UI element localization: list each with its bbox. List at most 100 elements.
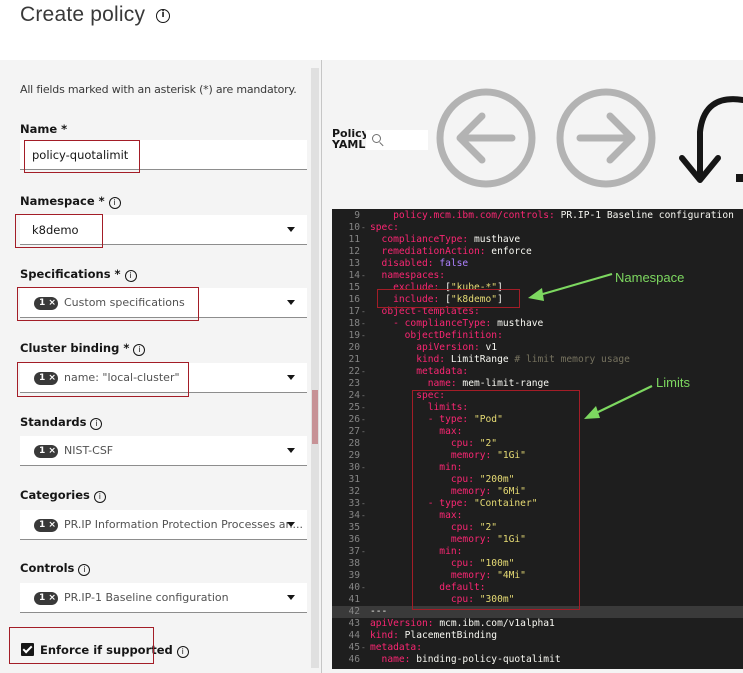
code-line[interactable]: 17- object-templates: (332, 306, 743, 318)
code-line[interactable]: 10- spec: (332, 222, 743, 234)
selection-count-tag[interactable]: 1 × (34, 297, 58, 310)
chevron-down-icon[interactable] (287, 300, 295, 305)
fold-toggle-icon[interactable]: - (361, 390, 366, 402)
code-line[interactable]: 39 memory: "4Mi" (332, 570, 743, 582)
chevron-down-icon[interactable] (287, 522, 295, 527)
selection-count-tag[interactable]: 1 × (34, 445, 58, 458)
fold-toggle-icon[interactable]: - (361, 222, 366, 234)
code-line[interactable]: 25- limits: (332, 402, 743, 414)
code-line[interactable]: 38 cpu: "100m" (332, 558, 743, 570)
specifications-dropdown[interactable]: 1 × Custom specifications (20, 288, 307, 318)
fold-toggle-icon[interactable]: - (361, 426, 366, 438)
categories-dropdown[interactable]: 1 × PR.IP Information Protection Process… (20, 510, 307, 540)
namespace-value: k8demo (32, 223, 79, 237)
code-line[interactable]: 24- spec: (332, 390, 743, 402)
code-line[interactable]: 21 kind: LimitRange # limit memory usage (332, 354, 743, 366)
fold-toggle-icon[interactable]: - (361, 330, 366, 342)
fold-toggle-icon[interactable]: - (361, 510, 366, 522)
form-scrollbar[interactable] (311, 68, 319, 668)
line-number: 40 (348, 582, 360, 593)
selection-count-tag[interactable]: 1 × (34, 592, 58, 605)
code-line[interactable]: 30- min: (332, 462, 743, 474)
cluster-binding-dropdown[interactable]: 1 × name: "local-cluster" (20, 363, 307, 393)
code-line[interactable]: 36 memory: "1Gi" (332, 534, 743, 546)
line-number: 13 (348, 258, 360, 269)
page-title: Create policy (20, 3, 146, 26)
code-line[interactable]: 9 policy.mcm.ibm.com/controls: PR.IP-1 B… (332, 210, 743, 222)
info-icon[interactable]: i (124, 270, 137, 282)
code-line[interactable]: 18- - complianceType: musthave (332, 318, 743, 330)
fold-toggle-icon[interactable]: - (361, 498, 366, 510)
code-line[interactable]: 28 cpu: "2" (332, 438, 743, 450)
code-line[interactable]: 37- min: (332, 546, 743, 558)
fold-toggle-icon[interactable]: - (361, 270, 366, 282)
search-icon (372, 134, 381, 143)
code-text: metadata: (370, 642, 422, 653)
line-number: 34 (348, 510, 360, 521)
redo-arrow-icon[interactable] (554, 86, 659, 191)
info-icon[interactable]: i (93, 491, 106, 503)
code-line[interactable]: 11 complianceType: musthave (332, 234, 743, 246)
code-line[interactable]: 42 --- (332, 606, 743, 618)
info-icon[interactable]: i (156, 9, 170, 23)
code-line[interactable]: 33- - type: "Container" (332, 498, 743, 510)
code-text: memory: "1Gi" (370, 450, 526, 461)
chevron-down-icon[interactable] (287, 595, 295, 600)
code-line[interactable]: 41 cpu: "300m" (332, 594, 743, 606)
info-icon[interactable]: i (133, 344, 146, 356)
fold-toggle-icon[interactable]: - (361, 414, 366, 426)
line-number: 36 (348, 534, 360, 545)
standards-dropdown[interactable]: 1 × NIST-CSF (20, 436, 307, 466)
limits-annotation-arrow (584, 385, 653, 419)
fold-toggle-icon[interactable]: - (361, 318, 366, 330)
code-line[interactable]: 12 remediationAction: enforce (332, 246, 743, 258)
code-line[interactable]: 44 kind: PlacementBinding (332, 630, 743, 642)
fold-toggle-icon[interactable]: - (361, 462, 366, 474)
code-line[interactable]: 32 memory: "6Mi" (332, 486, 743, 498)
reset-arrow-icon[interactable] (672, 92, 743, 188)
yaml-search-input[interactable] (366, 130, 428, 150)
code-text: namespaces: (370, 270, 446, 281)
code-line[interactable]: 27- max: (332, 426, 743, 438)
code-line[interactable]: 45- metadata: (332, 642, 743, 654)
code-line[interactable]: 13 disabled: false (332, 258, 743, 270)
code-text: min: (370, 462, 463, 473)
code-line[interactable]: 20 apiVersion: v1 (332, 342, 743, 354)
selection-count-tag[interactable]: 1 × (34, 519, 58, 532)
selection-count-tag[interactable]: 1 × (34, 372, 58, 385)
fold-toggle-icon[interactable]: - (361, 582, 366, 594)
code-text: - complianceType: musthave (370, 318, 544, 329)
code-line[interactable]: 35 cpu: "2" (332, 522, 743, 534)
chevron-down-icon[interactable] (287, 448, 295, 453)
chevron-down-icon[interactable] (287, 227, 295, 232)
fold-toggle-icon[interactable]: - (361, 546, 366, 558)
code-line[interactable]: 46 name: binding-policy-quotalimit (332, 654, 743, 666)
controls-dropdown[interactable]: 1 × PR.IP-1 Baseline configuration (20, 583, 307, 613)
undo-arrow-icon[interactable] (434, 86, 539, 191)
fold-toggle-icon[interactable]: - (361, 306, 366, 318)
code-line[interactable]: 26- - type: "Pod" (332, 414, 743, 426)
form-scrollbar-thumb[interactable] (312, 390, 318, 444)
info-icon[interactable]: i (108, 197, 121, 209)
policy-form: All fields marked with an asterisk (*) a… (0, 60, 310, 673)
name-input[interactable]: policy-quotalimit (20, 140, 307, 170)
code-text: memory: "4Mi" (370, 570, 526, 581)
code-line[interactable]: 29 memory: "1Gi" (332, 450, 743, 462)
fold-toggle-icon[interactable]: - (361, 642, 366, 654)
fold-toggle-icon[interactable]: - (361, 366, 366, 378)
chevron-down-icon[interactable] (287, 375, 295, 380)
info-icon[interactable]: i (78, 564, 91, 576)
fold-toggle-icon[interactable]: - (361, 402, 366, 414)
namespace-dropdown[interactable]: k8demo (20, 215, 307, 245)
enforce-checkbox[interactable] (21, 643, 34, 656)
line-number: 38 (348, 558, 360, 569)
code-line[interactable]: 31 cpu: "200m" (332, 474, 743, 486)
info-icon[interactable]: i (176, 646, 189, 658)
code-line[interactable]: 34- max: (332, 510, 743, 522)
info-icon[interactable]: i (90, 418, 103, 430)
code-line[interactable]: 19- objectDefinition: (332, 330, 743, 342)
name-value: policy-quotalimit (32, 148, 129, 162)
code-line[interactable]: 40- default: (332, 582, 743, 594)
code-line[interactable]: 43 apiVersion: mcm.ibm.com/v1alpha1 (332, 618, 743, 630)
code-text: kind: LimitRange # limit memory usage (370, 354, 630, 365)
